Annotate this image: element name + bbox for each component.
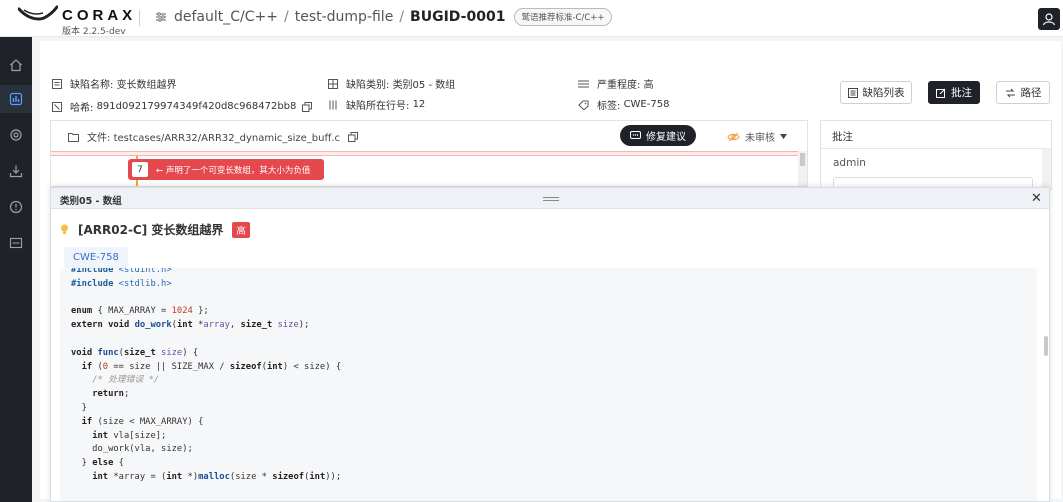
breadcrumb-current: BUGID-0001 [410, 9, 506, 25]
path-button[interactable]: 路径 [996, 81, 1050, 104]
path-icon [1005, 88, 1015, 97]
defect-severity: 严重程度: 高 [578, 76, 654, 91]
drag-handle-icon[interactable] [543, 197, 559, 201]
list-icon [847, 87, 858, 98]
rule-title: [ARR02-C] 变长数组越界 高 [60, 221, 250, 238]
divider [821, 148, 1051, 149]
cwe-tab[interactable]: CWE-758 [64, 247, 128, 268]
severity-sliders-icon [578, 80, 589, 87]
defect-name-label: 缺陷名称: [70, 80, 114, 91]
hash-label: 哈希: [70, 103, 94, 114]
severity-label: 严重程度: [597, 80, 641, 91]
standard-badge: 鹫语推荐标准-C/C++ [514, 8, 612, 26]
sidebar-item-download[interactable] [0, 157, 32, 185]
sidebar-item-home[interactable] [0, 51, 32, 79]
chat-icon [630, 130, 641, 139]
breadcrumb-project[interactable]: default_C/C++ [174, 9, 278, 25]
category-label: 缺陷类别: [346, 80, 390, 91]
annotation-panel: 批注 admin [820, 120, 1052, 190]
breadcrumb: default_C/C++ / test-dump-file / BUGID-0… [174, 8, 612, 26]
rule-file-icon [9, 237, 23, 249]
settings-sliders-icon [155, 11, 167, 23]
defect-list-label: 缺陷列表 [862, 87, 905, 99]
bar-chart-icon [9, 92, 23, 106]
defect-category: 缺陷类别: 类别05 - 数组 [328, 76, 455, 91]
close-icon[interactable]: ✕ [1031, 191, 1042, 206]
file-row: 文件: testcases/ARR32/ARR32_dynamic_size_b… [68, 129, 359, 144]
sidebar-item-alerts[interactable] [0, 193, 32, 221]
defect-tag: 标签: CWE-758 [578, 97, 669, 112]
sidebar-item-settings[interactable] [0, 121, 32, 149]
gear-icon [10, 129, 22, 141]
hash-value: 891d092179974349f420d8c968472bb8 [96, 101, 297, 112]
copy-path-icon[interactable] [348, 131, 359, 142]
path-label: 路径 [1020, 87, 1042, 99]
file-path: testcases/ARR32/ARR32_dynamic_size_buff.… [113, 133, 341, 144]
hash-icon [52, 101, 62, 112]
severity-badge: 高 [232, 221, 250, 238]
rule-drawer: 类别05 - 数组 ✕ [ARR02-C] 变长数组越界 高 CWE-758 #… [50, 187, 1050, 502]
trace-step-number: 7 [132, 162, 148, 177]
line-label: 缺陷所在行号: [346, 101, 410, 112]
sidebar [0, 37, 32, 502]
annotate-label: 批注 [951, 87, 972, 99]
document-icon [52, 78, 62, 89]
copy-icon[interactable] [302, 101, 313, 112]
rule-id: [ARR02-C] 变长数组越界 [78, 223, 224, 237]
divider [139, 10, 140, 26]
breadcrumb-task[interactable]: test-dump-file [295, 9, 394, 25]
logo-text: CORAX [62, 7, 137, 24]
category-icon [328, 78, 338, 89]
annotation-scrollbar[interactable] [1042, 149, 1051, 189]
drawer-category: 类别05 - 数组 [60, 196, 122, 207]
annotation-title: 批注 [832, 131, 853, 143]
edit-icon [936, 88, 946, 98]
trace-popup[interactable]: 7 ← 声明了一个可变长数组，其大小为负值 [128, 159, 324, 180]
fix-suggestion-label: 修复建议 [646, 132, 686, 143]
defect-line: 缺陷所在行号: 12 [328, 97, 425, 112]
download-icon [9, 165, 23, 178]
folder-icon [68, 132, 79, 142]
annotation-user: admin [833, 157, 866, 169]
file-label: 文件: [87, 133, 111, 144]
caret-down-icon [780, 134, 787, 139]
corax-logo-icon [18, 5, 58, 25]
tag-icon [578, 100, 589, 110]
line-value: 12 [412, 99, 426, 110]
example-code: #include <stdint.h> #include <stdlib.h> … [71, 268, 342, 482]
version-label: 版本 2.2.5-dev [62, 27, 126, 37]
defect-line-highlight [51, 151, 807, 156]
example-code-block: #include <stdint.h> #include <stdlib.h> … [60, 268, 1037, 501]
category-value: 类别05 - 数组 [392, 80, 456, 91]
drawer-scrollbar[interactable] [1042, 268, 1050, 501]
defect-name: 缺陷名称: 变长数组越界 [52, 76, 177, 91]
severity-value: 高 [643, 80, 654, 91]
tag-label: 标签: [597, 101, 621, 112]
fix-suggestion-button[interactable]: 修复建议 [620, 125, 696, 146]
user-icon [1042, 13, 1056, 26]
code-panel: 文件: testcases/ARR32/ARR32_dynamic_size_b… [50, 120, 808, 187]
alert-icon [9, 200, 23, 214]
lightbulb-icon [61, 224, 68, 234]
drawer-header: 类别05 - 数组 ✕ [51, 188, 1049, 209]
defect-list-button[interactable]: 缺陷列表 [840, 81, 912, 104]
top-bar: CORAX 版本 2.2.5-dev default_C/C++ / test-… [0, 0, 1063, 37]
sidebar-item-rules[interactable] [0, 229, 32, 257]
sidebar-item-reports[interactable] [0, 85, 32, 113]
user-button[interactable] [1038, 8, 1060, 30]
review-status-dropdown[interactable]: 未审核 [727, 129, 787, 144]
defect-hash: 哈希: 891d092179974349f420d8c968472bb8 [52, 99, 313, 114]
tag-value: CWE-758 [623, 99, 670, 110]
code-scrollbar[interactable] [798, 151, 807, 186]
defect-name-value: 变长数组越界 [116, 80, 177, 91]
trace-message: ← 声明了一个可变长数组，其大小为负值 [156, 165, 311, 176]
home-icon [10, 59, 22, 72]
eye-off-icon [727, 132, 740, 141]
annotate-button[interactable]: 批注 [928, 81, 980, 104]
line-number-icon [329, 100, 337, 109]
review-status-label: 未审核 [745, 133, 775, 144]
